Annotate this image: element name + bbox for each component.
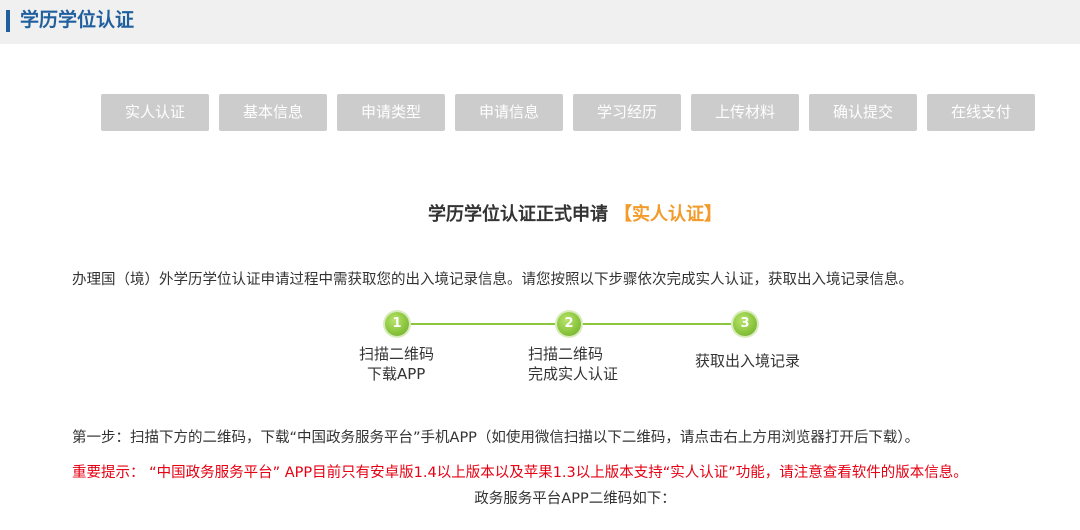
page-title-highlight: 【实人认证】 [614, 204, 722, 225]
step-tab-real-person-auth[interactable]: 实人认证 [101, 94, 209, 131]
important-notice: 重要提示： “中国政务服务平台” APP目前只有安卓版1.4以上版本以及苹果1.… [72, 465, 968, 481]
step-tabs: 实人认证 基本信息 申请类型 申请信息 学习经历 上传材料 确认提交 在线支付 [101, 94, 1045, 131]
step-tab-online-payment[interactable]: 在线支付 [927, 94, 1035, 131]
progress-step-1-label: 扫描二维码 下载APP [359, 344, 434, 384]
page-header-title: 学历学位认证 [20, 9, 135, 31]
step-tab-study-history[interactable]: 学习经历 [573, 94, 681, 131]
header-bar: 学历学位认证 [0, 0, 1080, 44]
page-title: 学历学位认证正式申请 【实人认证】 [0, 200, 1080, 226]
qr-code-caption: 政务服务平台APP二维码如下： [474, 491, 676, 507]
step-tab-confirm-submit[interactable]: 确认提交 [809, 94, 917, 131]
intro-text: 办理国（境）外学历学位认证申请过程中需获取您的出入境记录信息。请您按照以下步骤依… [72, 272, 913, 288]
page-title-text: 学历学位认证正式申请 [428, 204, 608, 225]
header-accent-bar [6, 10, 10, 32]
step-tab-upload-materials[interactable]: 上传材料 [691, 94, 799, 131]
progress-step-1-line1: 扫描二维码 [359, 345, 435, 363]
step-tab-application-info[interactable]: 申请信息 [455, 94, 563, 131]
progress-step-3-line1: 获取出入境记录 [695, 352, 801, 370]
progress-step-2-line1: 扫描二维码 [528, 345, 604, 363]
progress-steps: 1 2 3 扫描二维码 下载APP 扫描二维码 完成实人认证 获取出入境记录 [0, 308, 1080, 388]
progress-step-2-label: 扫描二维码 完成实人认证 [528, 344, 618, 384]
step-tab-basic-info[interactable]: 基本信息 [219, 94, 327, 131]
progress-step-3-circle: 3 [733, 312, 757, 336]
progress-step-1-circle: 1 [385, 312, 409, 336]
step1-instruction: 第一步：扫描下方的二维码，下载“中国政务服务平台”手机APP（如使用微信扫描以下… [72, 430, 920, 446]
step-tab-application-type[interactable]: 申请类型 [337, 94, 445, 131]
progress-step-1-line2: 下载APP [367, 365, 426, 383]
progress-step-2-line2: 完成实人认证 [528, 365, 619, 383]
progress-step-3-label: 获取出入境记录 [695, 351, 800, 371]
progress-step-2-circle: 2 [557, 312, 581, 336]
